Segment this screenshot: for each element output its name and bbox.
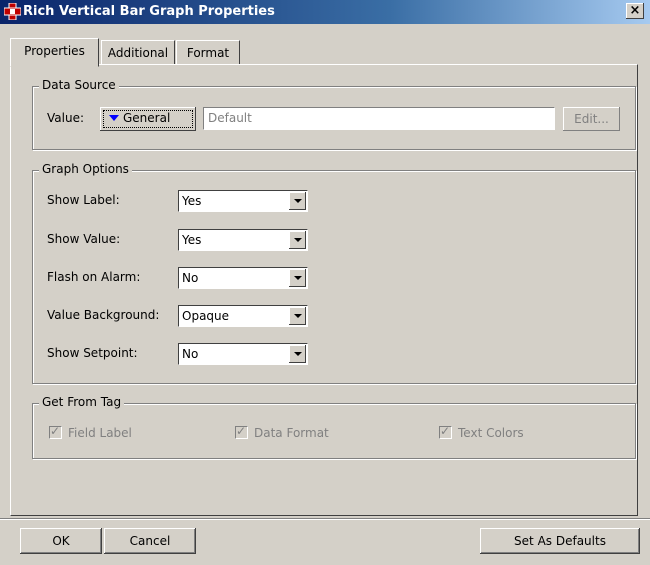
close-icon: × bbox=[629, 3, 641, 18]
title-bar[interactable]: Rich Vertical Bar Graph Properties × bbox=[0, 0, 650, 24]
field-label-checkbox[interactable]: Field Label bbox=[49, 424, 132, 440]
show-value-label: Show Value: bbox=[47, 232, 121, 246]
tab-format[interactable]: Format bbox=[176, 40, 240, 65]
graph-options-legend: Graph Options bbox=[39, 162, 132, 176]
show-value-value: Yes bbox=[182, 233, 202, 247]
data-format-checkbox[interactable]: Data Format bbox=[235, 424, 329, 440]
value-background-select[interactable]: Opaque bbox=[178, 305, 308, 327]
tab-properties[interactable]: Properties bbox=[10, 38, 99, 67]
checkbox-icon bbox=[439, 424, 452, 439]
data-source-legend: Data Source bbox=[39, 78, 119, 92]
field-label-text: Field Label bbox=[68, 426, 132, 440]
tab-additional[interactable]: Additional bbox=[101, 40, 175, 65]
show-label-value: Yes bbox=[182, 194, 202, 208]
value-background-label: Value Background: bbox=[47, 308, 160, 322]
close-button[interactable]: × bbox=[626, 3, 644, 19]
value-background-value: Opaque bbox=[182, 309, 230, 323]
text-colors-checkbox[interactable]: Text Colors bbox=[439, 424, 524, 440]
show-label-select[interactable]: Yes bbox=[178, 190, 308, 212]
chevron-down-icon[interactable] bbox=[289, 269, 306, 287]
get-from-tag-legend: Get From Tag bbox=[39, 395, 125, 409]
dropdown-triangle-icon bbox=[109, 115, 119, 121]
plus-gear-icon bbox=[4, 3, 21, 20]
show-value-select[interactable]: Yes bbox=[178, 229, 308, 251]
value-label: Value: bbox=[47, 111, 84, 125]
button-separator bbox=[0, 518, 650, 520]
general-button[interactable]: General bbox=[100, 107, 196, 131]
checkbox-icon bbox=[235, 424, 248, 439]
show-label-label: Show Label: bbox=[47, 193, 120, 207]
edit-button[interactable]: Edit... bbox=[563, 107, 620, 131]
checkbox-icon bbox=[49, 424, 62, 439]
chevron-down-icon[interactable] bbox=[289, 192, 306, 210]
cancel-button[interactable]: Cancel bbox=[104, 528, 196, 554]
window-title: Rich Vertical Bar Graph Properties bbox=[23, 4, 275, 19]
chevron-down-icon[interactable] bbox=[289, 231, 306, 249]
flash-on-alarm-label: Flash on Alarm: bbox=[47, 270, 141, 284]
set-as-defaults-button[interactable]: Set As Defaults bbox=[480, 528, 640, 554]
properties-dialog: Rich Vertical Bar Graph Properties × Pro… bbox=[0, 0, 650, 565]
text-colors-text: Text Colors bbox=[458, 426, 524, 440]
general-button-label: General bbox=[123, 111, 171, 125]
data-format-text: Data Format bbox=[254, 426, 329, 440]
value-field[interactable]: Default bbox=[203, 107, 555, 130]
show-setpoint-value: No bbox=[182, 347, 199, 361]
flash-on-alarm-value: No bbox=[182, 271, 199, 285]
chevron-down-icon[interactable] bbox=[289, 345, 306, 363]
flash-on-alarm-select[interactable]: No bbox=[178, 267, 308, 289]
ok-button[interactable]: OK bbox=[20, 528, 102, 554]
show-setpoint-select[interactable]: No bbox=[178, 343, 308, 365]
show-setpoint-label: Show Setpoint: bbox=[47, 346, 138, 360]
chevron-down-icon[interactable] bbox=[289, 307, 306, 325]
